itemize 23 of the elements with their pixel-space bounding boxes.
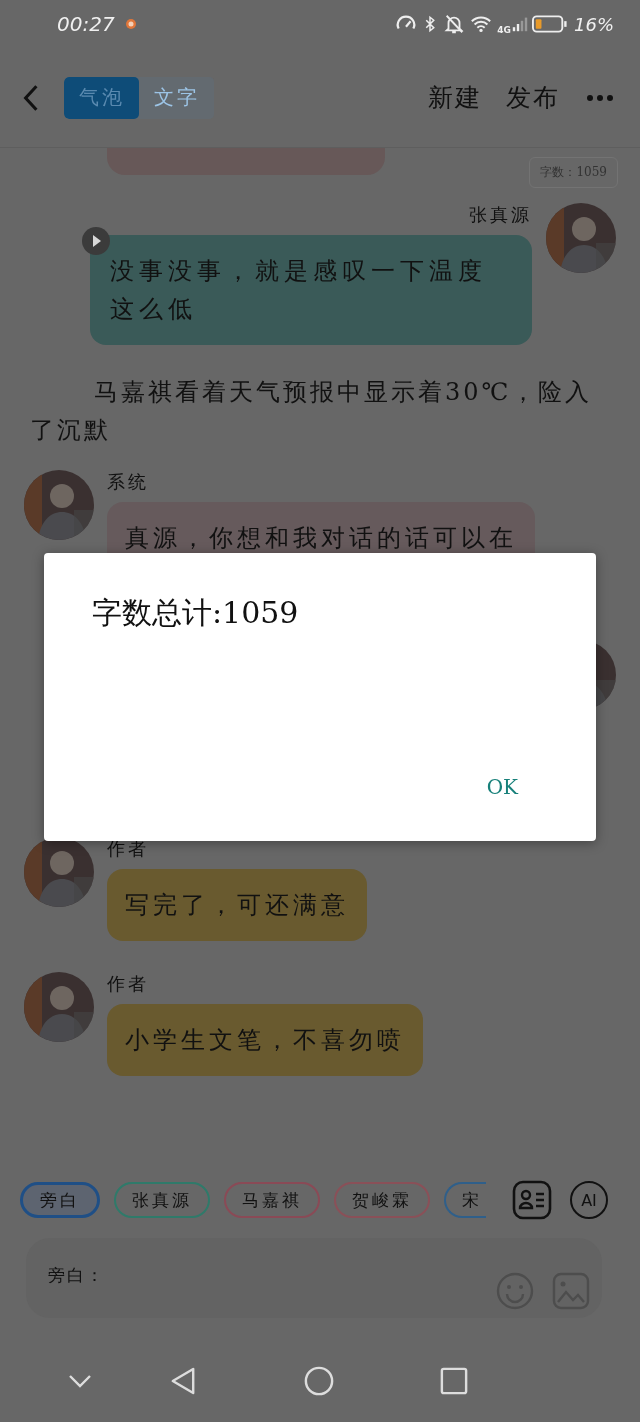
role-chip[interactable]: 旁白 bbox=[20, 1182, 100, 1218]
chat-bubble: 写完了，可还满意 bbox=[107, 869, 367, 941]
dialog-message: 字数总计:1059 bbox=[92, 594, 300, 632]
speaker-name: 张真源 bbox=[469, 203, 532, 227]
status-time: 00:27 bbox=[57, 12, 115, 36]
role-chip[interactable]: 马嘉祺 bbox=[224, 1182, 320, 1218]
network-type: 4G bbox=[497, 25, 511, 35]
speaker-name: 作者 bbox=[107, 837, 150, 861]
narration-text: 马嘉祺看着天气预报中显示着30℃，险入了沉默 bbox=[30, 377, 594, 446]
speaker-name: 作者 bbox=[107, 972, 150, 996]
ai-button[interactable]: AI bbox=[570, 1181, 608, 1219]
ok-button[interactable]: OK bbox=[478, 771, 548, 803]
battery-percent: 16% bbox=[574, 13, 614, 35]
header-action[interactable]: 发布 bbox=[506, 81, 560, 114]
mode-tab[interactable]: 气泡 bbox=[64, 76, 139, 119]
role-chip[interactable]: 贺峻霖 bbox=[334, 1182, 430, 1218]
chat-bubble: 小学生文笔，不喜勿喷 bbox=[107, 1004, 423, 1076]
header-action[interactable]: 新建 bbox=[428, 81, 482, 114]
role-chip[interactable]: 宋 bbox=[444, 1182, 486, 1218]
role-chip[interactable]: 张真源 bbox=[114, 1182, 210, 1218]
chat-bubble: 没事没事，就是感叹一下温度这么低 bbox=[90, 235, 532, 345]
input-prefix: 旁白： bbox=[48, 1263, 105, 1287]
speaker-name: 系统 bbox=[107, 470, 150, 494]
